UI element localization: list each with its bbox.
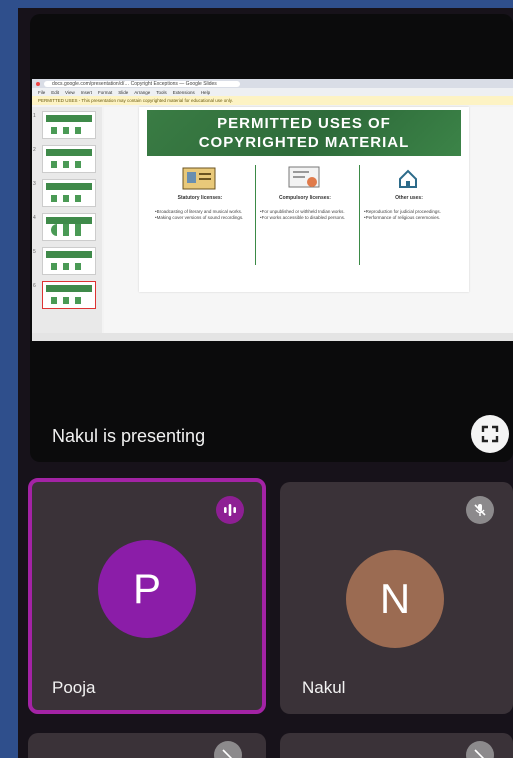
mic-off-icon <box>474 504 486 516</box>
thumbnail-number: 3 <box>33 181 36 187</box>
current-slide: PERMITTED USES OF COPYRIGHTED MATERIAL S… <box>139 107 469 292</box>
fullscreen-button[interactable] <box>471 415 509 453</box>
presentation-tile: docs.google.com/presentation/d/… Copyrig… <box>30 14 513 462</box>
mic-muted-indicator <box>466 496 494 524</box>
column-body: •Broadcasting of literary and musical wo… <box>155 209 244 220</box>
slide-thumbnail <box>42 179 96 207</box>
menu-item: Format <box>97 89 113 95</box>
column-other: Other uses: •Reproduction for judicial p… <box>359 165 458 265</box>
slide-thumbnail <box>42 247 96 275</box>
certificate-icon <box>288 166 320 188</box>
thumbnail-number: 5 <box>33 249 36 255</box>
menu-item: View <box>65 89 75 95</box>
avatar: P <box>98 540 196 638</box>
slide-title-line1: PERMITTED USES OF <box>217 115 391 132</box>
mic-muted-indicator <box>214 741 242 758</box>
slides-menu-bar: File Edit View Insert Format Slide Arran… <box>32 88 513 96</box>
participant-tile-pooja[interactable]: P Pooja <box>28 478 266 714</box>
avatar-initial: N <box>379 575 411 622</box>
avatar: N <box>346 550 444 648</box>
browser-toolbar: docs.google.com/presentation/d/… Copyrig… <box>32 79 513 88</box>
menu-item: Help <box>200 89 211 95</box>
slide-thumbnail <box>42 213 96 241</box>
slide-thumbnail <box>42 145 96 173</box>
house-icon <box>399 169 417 188</box>
thumbnail-number: 1 <box>33 113 36 119</box>
menu-item: Extensions <box>172 89 195 95</box>
fullscreen-icon <box>481 425 499 443</box>
slide-title: PERMITTED USES OF COPYRIGHTED MATERIAL <box>147 110 461 156</box>
mic-off-icon <box>474 749 485 758</box>
participant-tile-partial[interactable] <box>280 733 513 758</box>
slide-thumbnails: 1 2 3 4 5 6 <box>32 107 102 333</box>
participant-tile-partial[interactable] <box>28 733 266 758</box>
slide-title-line2: COPYRIGHTED MATERIAL <box>198 134 410 151</box>
column-heading: Statutory licenses: <box>177 195 223 201</box>
browser-tab-dot <box>36 81 40 86</box>
thumbnail-number: 4 <box>33 215 36 221</box>
shared-screen: docs.google.com/presentation/d/… Copyrig… <box>32 79 513 341</box>
slide-thumbnail <box>42 111 96 139</box>
column-body: •For unpublished or withheld Indian work… <box>260 209 346 220</box>
mic-off-icon <box>222 749 233 758</box>
column-heading: Other uses: <box>395 195 423 201</box>
menu-item: File <box>38 89 46 95</box>
speaking-indicator <box>216 496 244 524</box>
thumbnail-number: 6 <box>33 283 36 289</box>
menu-item: Slide <box>118 89 129 95</box>
warning-banner: PERMITTED USES - This presentation may c… <box>32 96 513 105</box>
menu-item: Tools <box>156 89 167 95</box>
participant-name: Nakul <box>302 678 346 697</box>
thumbnail-number: 2 <box>33 147 36 153</box>
column-heading: Compulsory licenses: <box>279 195 331 201</box>
browser-url: docs.google.com/presentation/d/… Copyrig… <box>44 80 240 87</box>
mic-muted-indicator <box>466 741 494 758</box>
column-compulsory: Compulsory licenses: •For unpublished or… <box>255 165 354 265</box>
presenting-label: Nakul is presenting <box>52 426 206 446</box>
menu-item: Insert <box>80 89 92 95</box>
menu-item: Arrange <box>134 89 151 95</box>
slide-canvas: PERMITTED USES OF COPYRIGHTED MATERIAL S… <box>104 107 513 333</box>
speaking-icon <box>224 504 236 516</box>
slide-thumbnail-active <box>42 281 96 309</box>
slides-status-bar <box>32 333 513 341</box>
menu-item: Edit <box>51 89 60 95</box>
meeting-window: docs.google.com/presentation/d/… Copyrig… <box>18 8 513 758</box>
participant-tile-nakul[interactable]: N Nakul <box>280 482 513 714</box>
column-statutory: Statutory licenses: •Broadcasting of lit… <box>151 165 249 265</box>
id-card-icon <box>182 167 216 190</box>
participant-name: Pooja <box>52 678 96 697</box>
avatar-initial: P <box>132 565 161 612</box>
column-body: •Reproduction for judicial proceedings. … <box>364 209 441 220</box>
